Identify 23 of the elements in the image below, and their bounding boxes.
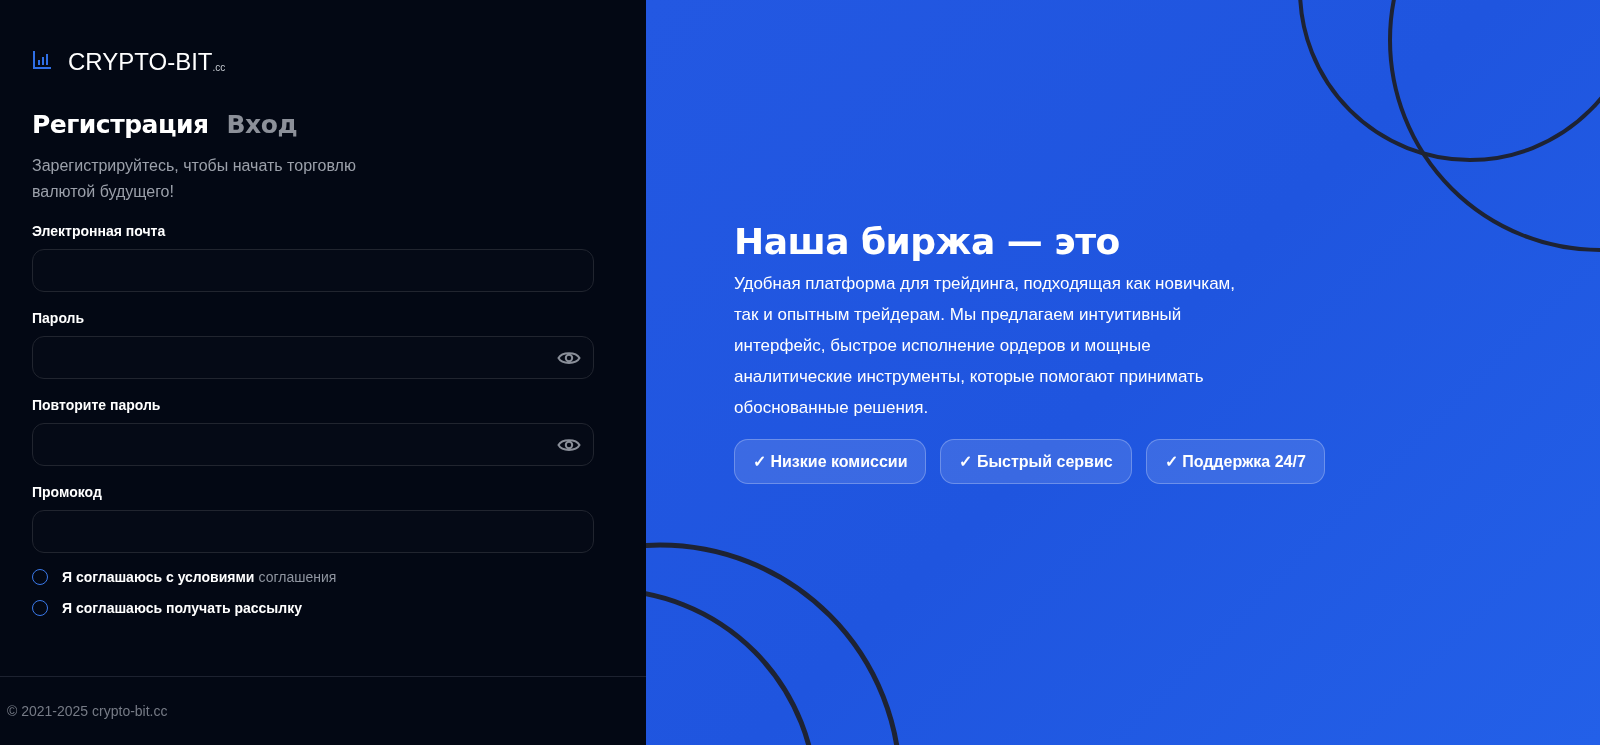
feature-chip: ✓ Низкие комиссии xyxy=(734,439,927,484)
agreement-link[interactable]: соглашения xyxy=(258,569,337,585)
bar-chart-icon xyxy=(32,50,52,70)
copyright: © 2021-2025 crypto-bit.cc xyxy=(7,703,168,719)
logo-name: CRYPTO-BIT xyxy=(68,48,213,76)
field-label: Пароль xyxy=(32,310,86,326)
promo-text: Удобная платформа для трейдинга, подходящая как новичкам, так и опытным трейдерам. Мы предлагаем интуитивный интерфейс, быстрое исполнение ордеров и мощные аналитические инструменты, которые помогают принимать обоснованные решения. xyxy=(734,273,1237,419)
form-tab[interactable]: Вход xyxy=(226,110,298,139)
input-field[interactable] xyxy=(32,423,594,466)
input-field[interactable] xyxy=(32,336,594,379)
consent-label: Я соглашаюсь получать рассылку xyxy=(62,600,302,616)
feature-chip: ✓ Поддержка 24/7 xyxy=(1145,439,1325,484)
input-field[interactable] xyxy=(32,249,594,292)
field-label: Электронная почта xyxy=(32,223,167,239)
input-field[interactable] xyxy=(32,510,594,553)
feature-chip: ✓ Быстрый сервис xyxy=(940,439,1132,484)
form-tab[interactable]: Регистрация xyxy=(32,110,209,139)
promo-heading: Наша биржа — это xyxy=(734,221,1121,262)
logo-suffix: .cc xyxy=(212,62,226,73)
consent-label: Я соглашаюсь с условиями xyxy=(62,569,255,585)
field-label: Промокод xyxy=(32,484,103,500)
subtitle: Зарегистрируйтесь, чтобы начать торговлю валютой будущего! xyxy=(32,156,357,202)
field-label: Повторите пароль xyxy=(32,397,162,413)
